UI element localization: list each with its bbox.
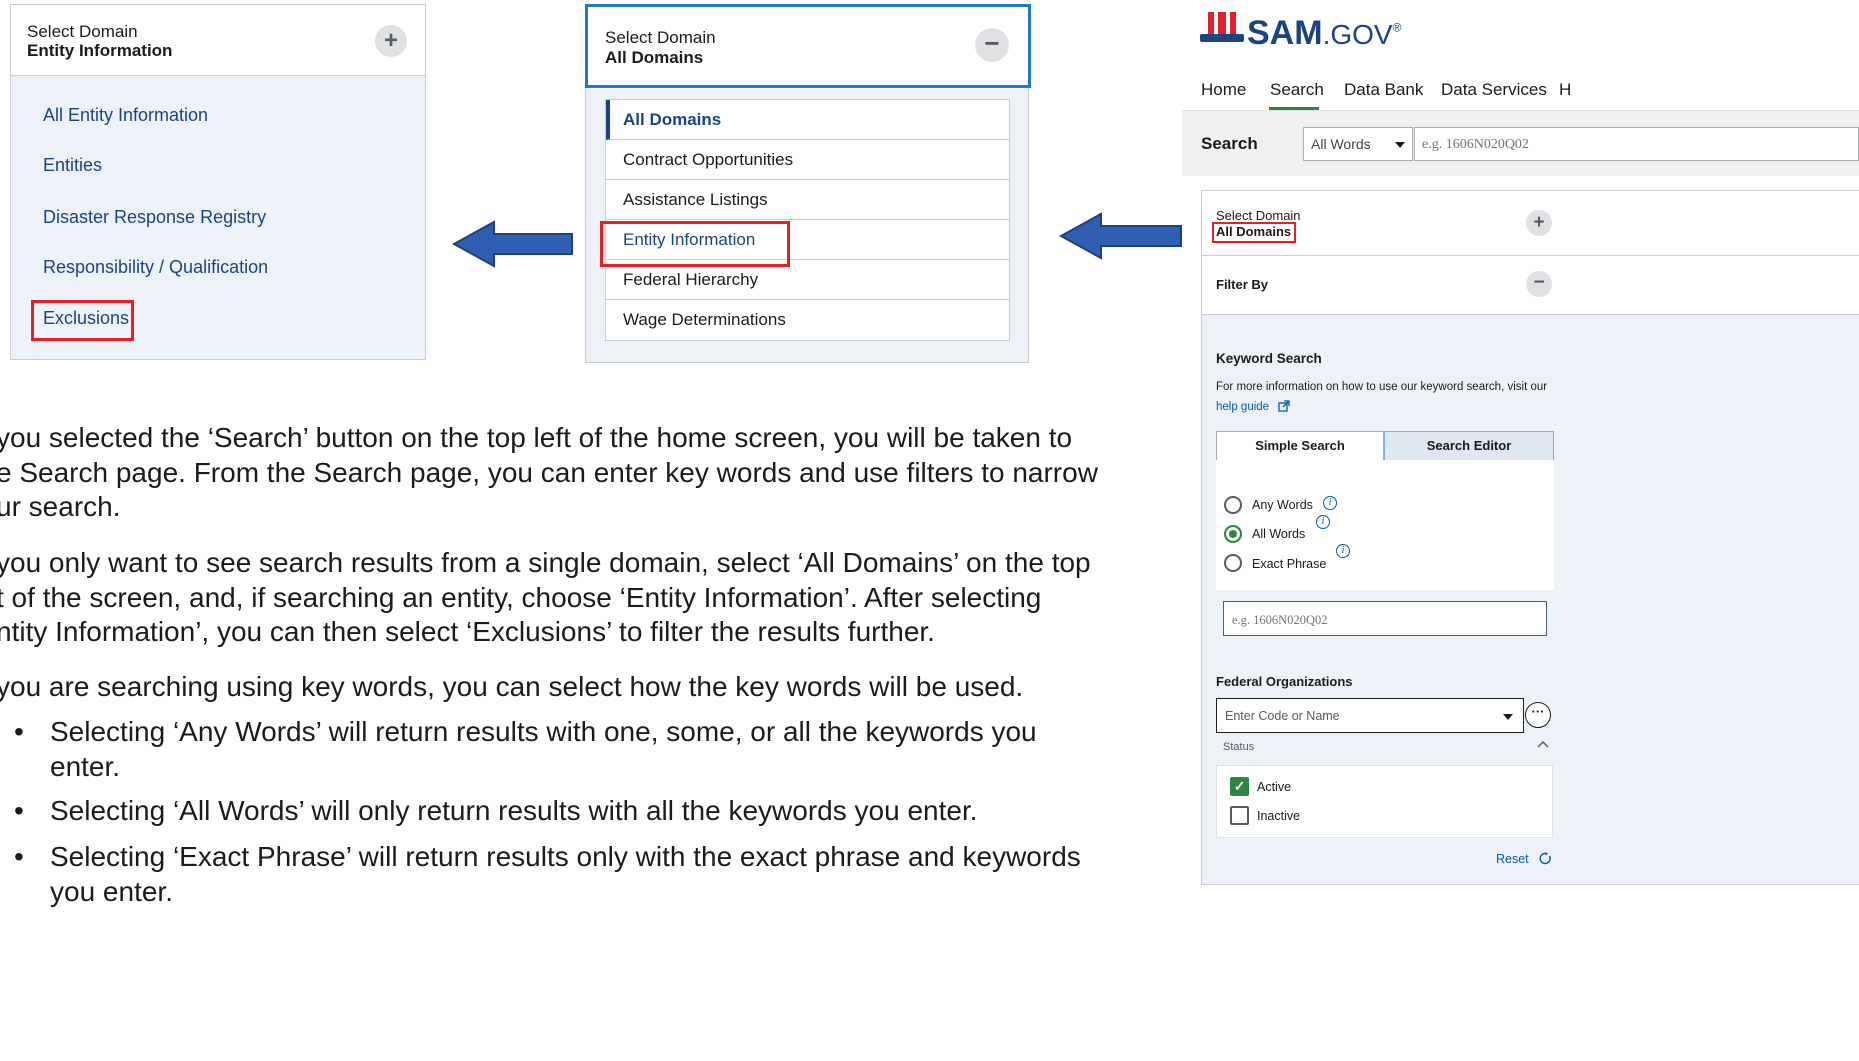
bullet-icon: • xyxy=(14,716,24,747)
text-line: Selecting ‘All Words’ will only return r… xyxy=(50,795,978,826)
select-domain-label: Select Domain xyxy=(605,28,716,47)
search-placeholder: e.g. 1606N020Q02 xyxy=(1422,137,1529,152)
registered-mark: ® xyxy=(1392,20,1402,35)
radio-label: Exact Phrase xyxy=(1252,557,1327,571)
more-options-icon[interactable]: ··· xyxy=(1525,702,1551,728)
sam-gov-logo[interactable]: SAM.GOV® xyxy=(1247,14,1401,53)
radio-exact-phrase[interactable] xyxy=(1224,554,1242,572)
entity-information-highlight-box xyxy=(600,221,790,267)
keyword-placeholder: e.g. 1606N020Q02 xyxy=(1232,613,1328,627)
instruction-paragraph: you are searching using key words, you c… xyxy=(0,671,1024,702)
nav-data-services[interactable]: Data Services xyxy=(1441,80,1547,100)
help-guide-link[interactable]: help guide xyxy=(1216,401,1269,413)
main-nav: Home Search Data Bank Data Services H xyxy=(1182,68,1859,111)
caret-down-icon xyxy=(1503,714,1513,720)
domain-item[interactable]: Assistance Listings xyxy=(606,180,1009,220)
info-icon[interactable]: i xyxy=(1323,496,1337,510)
filter-by-header[interactable]: Filter By − xyxy=(1202,256,1859,315)
collapse-minus-icon[interactable]: − xyxy=(975,28,1009,62)
chevron-up-icon[interactable] xyxy=(1537,740,1549,748)
bullet-icon: • xyxy=(14,795,24,826)
expand-plus-icon[interactable]: + xyxy=(375,25,407,57)
nav-search[interactable]: Search xyxy=(1270,80,1324,100)
external-link-icon xyxy=(1278,400,1290,412)
selected-domain-value: All Domains xyxy=(605,48,704,67)
text-line: ur search. xyxy=(0,491,121,522)
help-text: For more information on how to use our k… xyxy=(1216,381,1548,393)
text-line: you enter. xyxy=(50,875,173,907)
domain-item-all-domains[interactable]: All Domains xyxy=(606,100,1009,140)
checkbox-active[interactable]: ✓ xyxy=(1230,777,1249,796)
radio-label: All Words xyxy=(1252,527,1306,541)
caret-down-icon xyxy=(1395,142,1405,148)
keyword-search-heading: Keyword Search xyxy=(1216,351,1322,366)
checkbox-inactive[interactable] xyxy=(1230,806,1249,825)
text-line: you selected the ‘Search’ button on the … xyxy=(0,422,1073,453)
text-line: ntity Information’, you can then select … xyxy=(0,616,935,647)
radio-label: Any Words xyxy=(1252,498,1313,512)
instruction-paragraph: you only want to see search results from… xyxy=(0,546,1091,650)
text-line: t of the screen, and, if searching an en… xyxy=(0,581,1042,613)
nav-help[interactable]: H xyxy=(1559,80,1571,100)
checkbox-label: Active xyxy=(1257,780,1292,794)
filter-sidebar: Select Domain All Domains + Filter By − … xyxy=(1201,190,1859,885)
tab-simple-search[interactable]: Simple Search xyxy=(1216,431,1384,461)
domain-item[interactable]: Wage Determinations xyxy=(606,300,1009,340)
active-nav-indicator xyxy=(1269,107,1319,110)
reset-icon xyxy=(1539,852,1551,865)
all-domains-panel: Select Domain All Domains − All Domains … xyxy=(585,4,1031,363)
text-line: Selecting ‘Any Words’ will return result… xyxy=(50,716,1037,747)
nav-home[interactable]: Home xyxy=(1201,80,1246,100)
entity-subdomain-item[interactable]: Responsibility / Qualification xyxy=(43,257,268,278)
expand-plus-icon[interactable]: + xyxy=(1526,210,1552,236)
search-mode-select[interactable]: All Words xyxy=(1303,127,1413,161)
domain-selector-header[interactable]: Select Domain All Domains − xyxy=(585,4,1031,88)
domain-list: All Domains Contract Opportunities Assis… xyxy=(605,99,1010,341)
keyword-input[interactable]: e.g. 1606N020Q02 xyxy=(1223,601,1547,636)
filter-by-label: Filter By xyxy=(1216,277,1269,292)
left-arrow-icon xyxy=(452,220,573,268)
federal-orgs-label: Federal Organizations xyxy=(1216,674,1353,689)
status-options-panel xyxy=(1216,765,1553,838)
reset-button[interactable]: Reset xyxy=(1496,852,1529,866)
checkbox-label: Inactive xyxy=(1257,809,1301,823)
radio-all-words[interactable] xyxy=(1224,525,1242,543)
selected-domain-value: Entity Information xyxy=(27,41,173,60)
logo-main-text: SAM xyxy=(1247,14,1323,52)
uncle-sam-hat-icon xyxy=(1200,12,1244,42)
search-input[interactable]: e.g. 1606N020Q02 xyxy=(1414,127,1859,161)
collapse-minus-icon[interactable]: − xyxy=(1526,271,1552,297)
org-placeholder: Enter Code or Name xyxy=(1225,709,1340,723)
logo-suffix-text: .GOV xyxy=(1322,19,1393,50)
instruction-paragraph: you selected the ‘Search’ button on the … xyxy=(0,421,1098,525)
exclusions-highlight-box xyxy=(31,300,134,341)
text-line: you only want to see search results from… xyxy=(0,547,1091,578)
all-domains-highlight-box xyxy=(1212,222,1296,243)
search-mode-value: All Words xyxy=(1311,136,1371,152)
info-icon[interactable]: i xyxy=(1336,544,1350,558)
text-line: enter. xyxy=(50,750,121,782)
nav-data-bank[interactable]: Data Bank xyxy=(1344,80,1423,100)
radio-any-words[interactable] xyxy=(1224,496,1242,514)
bullet-icon: • xyxy=(14,841,24,872)
entity-domain-panel: Select Domain Entity Information + All E… xyxy=(10,4,426,360)
text-line: e Search page. From the Search page, you… xyxy=(0,456,1098,488)
entity-subdomain-item[interactable]: All Entity Information xyxy=(43,105,208,126)
info-icon[interactable]: i xyxy=(1316,515,1330,529)
entity-subdomain-item[interactable]: Disaster Response Registry xyxy=(43,207,266,228)
select-domain-label: Select Domain xyxy=(27,22,138,41)
select-domain-label: Select Domain xyxy=(1216,208,1301,223)
tab-search-editor[interactable]: Search Editor xyxy=(1384,431,1554,461)
status-label: Status xyxy=(1223,741,1255,753)
domain-item[interactable]: Contract Opportunities xyxy=(606,140,1009,180)
domain-selector-header[interactable]: Select Domain Entity Information + xyxy=(11,5,425,76)
left-arrow-icon xyxy=(1059,212,1182,260)
domain-selector-header[interactable]: Select Domain All Domains + xyxy=(1202,191,1859,256)
text-line: Selecting ‘Exact Phrase’ will return res… xyxy=(50,841,1081,872)
search-label: Search xyxy=(1201,134,1258,153)
federal-org-input[interactable]: Enter Code or Name xyxy=(1216,698,1524,733)
entity-subdomain-item[interactable]: Entities xyxy=(43,155,102,176)
